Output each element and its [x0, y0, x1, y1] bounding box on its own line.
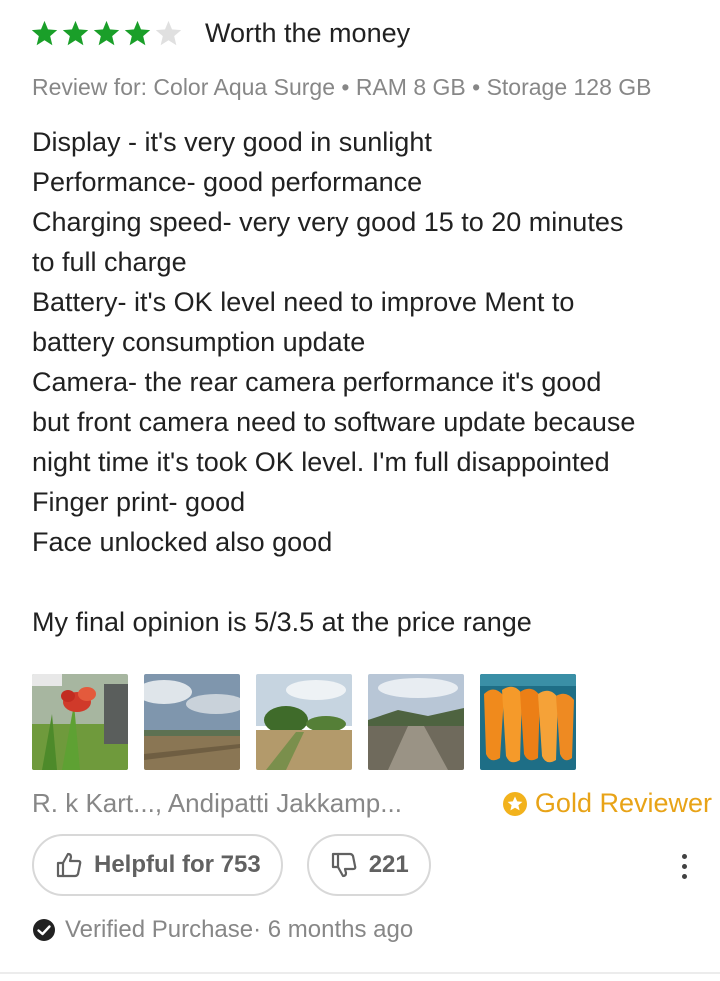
- verified-purchase: Verified Purchase· 6 months ago: [32, 916, 413, 944]
- review-actions: Helpful for 753 221: [32, 834, 431, 896]
- more-options-icon[interactable]: [670, 850, 698, 882]
- helpful-label: Helpful for 753: [94, 851, 261, 878]
- review-body-line: Face unlocked also good: [32, 527, 333, 557]
- reviewer-name: R. k Kart...: [32, 788, 155, 818]
- helpful-button[interactable]: Helpful for 753: [32, 834, 283, 896]
- dislike-count: 221: [368, 851, 409, 878]
- review-body-line: to full charge: [32, 247, 187, 277]
- review-body: Display - it's very good in sunlight Perf…: [32, 122, 712, 642]
- divider: [0, 972, 720, 974]
- review-body-line: night time it's took OK level. I'm full …: [32, 447, 610, 477]
- star-rating: [30, 19, 183, 48]
- review-body-line: but front camera need to software update…: [32, 407, 636, 437]
- review-body-line: Display - it's very good in sunlight: [32, 127, 432, 157]
- review-body-line: battery consumption update: [32, 327, 366, 357]
- review-body-line: My final opinion is 5/3.5 at the price r…: [32, 607, 532, 637]
- star-filled-icon: [62, 20, 89, 46]
- review-body-line: Performance- good performance: [32, 167, 423, 197]
- thumbs-down-icon: [331, 852, 357, 878]
- thumbs-up-icon: [56, 852, 82, 878]
- review-photo-2[interactable]: [144, 674, 240, 770]
- verified-label: Verified Purchase· 6 months ago: [65, 916, 414, 943]
- star-filled-icon: [124, 20, 151, 46]
- reviewer-location: , Andipatti Jakkamp...: [154, 788, 402, 818]
- review-variant-info: Review for: Color Aqua Surge • RAM 8 GB …: [32, 74, 652, 100]
- review-photo-3[interactable]: [256, 674, 352, 770]
- review-body-line: Charging speed- very very good 15 to 20 …: [32, 207, 624, 237]
- star-filled-icon: [31, 20, 58, 46]
- dislike-button[interactable]: 221: [306, 834, 431, 896]
- review-body-line: Battery- it's OK level need to improve M…: [32, 287, 575, 317]
- review-body-line: Camera- the rear camera performance it's…: [32, 367, 602, 397]
- review-body-line: [32, 562, 712, 602]
- review-title: Worth the money: [205, 18, 411, 48]
- star-filled-icon: [93, 20, 120, 46]
- rating-row: Worth the money: [30, 18, 410, 49]
- review-photo-1[interactable]: [32, 674, 128, 770]
- check-circle-icon: [33, 919, 55, 941]
- star-badge-icon: [502, 791, 527, 816]
- review-photos: [32, 674, 576, 770]
- gold-reviewer-badge: Gold Reviewer: [502, 788, 712, 819]
- review-body-line: Finger print- good: [32, 487, 246, 517]
- review-photo-5[interactable]: [480, 674, 576, 770]
- reviewer-info: R. k Kart... , Andipatti Jakkamp... Gold…: [32, 788, 712, 819]
- star-empty-icon: [155, 20, 182, 46]
- badge-label: Gold Reviewer: [534, 788, 712, 818]
- review-photo-4[interactable]: [368, 674, 464, 770]
